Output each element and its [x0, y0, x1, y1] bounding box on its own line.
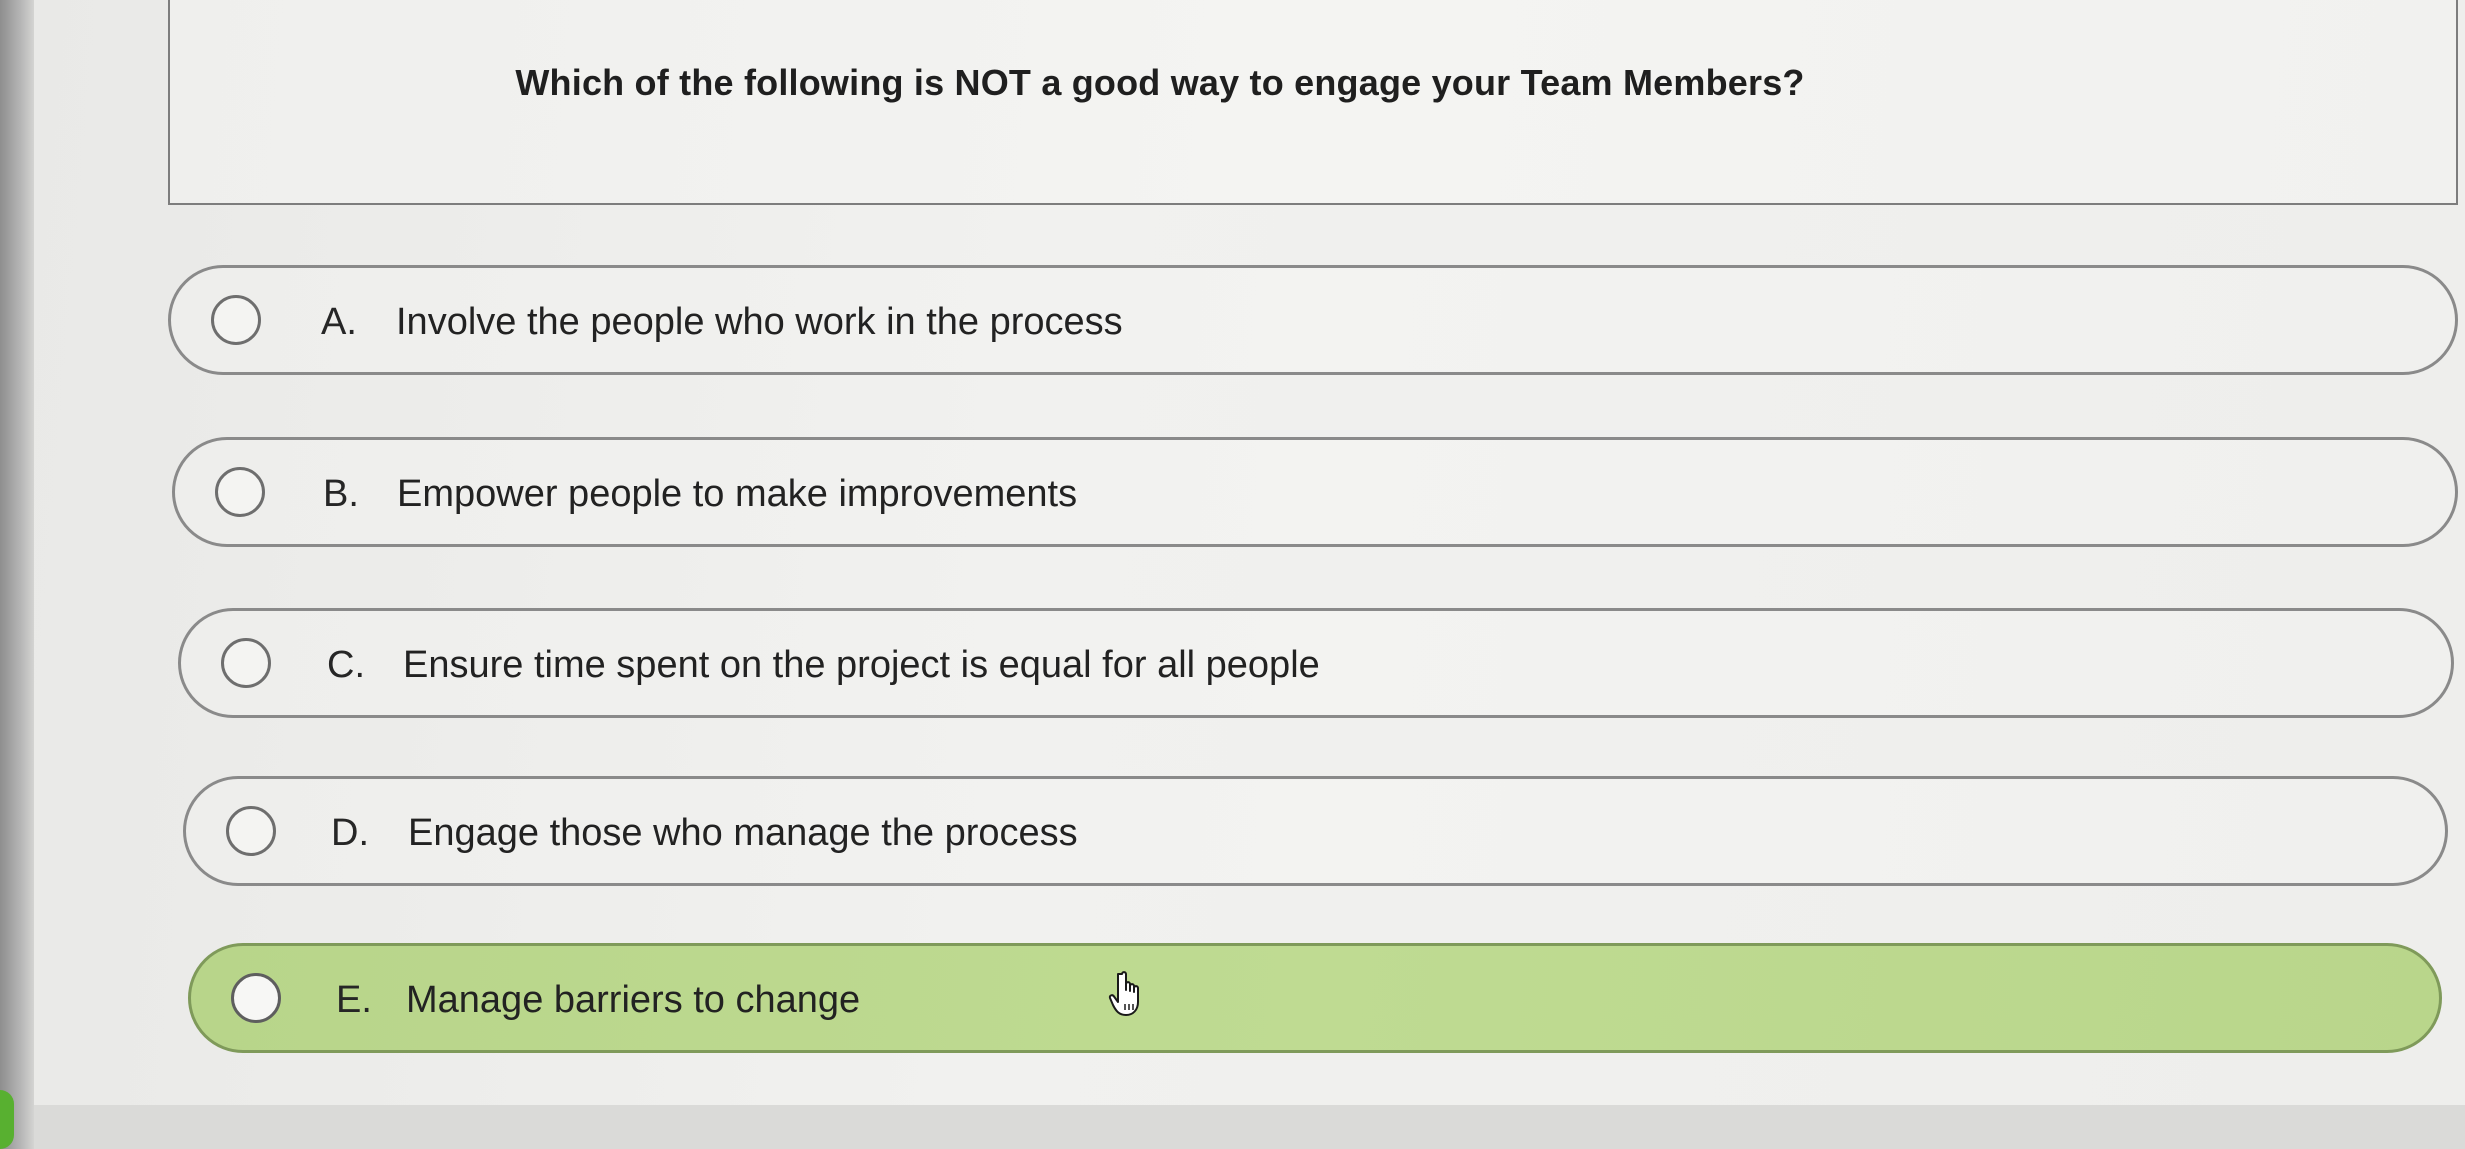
- hand-pointer-icon: [1108, 971, 1139, 1016]
- left-accent-tab: [0, 1090, 14, 1149]
- question-panel: Which of the following is NOT a good way…: [168, 0, 2458, 205]
- option-label: Manage barriers to change: [406, 979, 861, 1021]
- option-label: Ensure time spent on the project is equa…: [403, 644, 1320, 686]
- radio-circle-icon[interactable]: [226, 806, 276, 856]
- bottom-band: [34, 1105, 2465, 1149]
- option-letter: E.: [336, 979, 372, 1021]
- option-label: Empower people to make improvements: [397, 473, 1078, 515]
- screen-bezel-shade: [0, 0, 34, 1149]
- option-label: Involve the people who work in the proce…: [396, 301, 1123, 343]
- option-e[interactable]: E. Manage barriers to change: [188, 943, 2442, 1053]
- option-label: Engage those who manage the process: [408, 812, 1078, 854]
- option-letter: C.: [327, 644, 365, 686]
- question-text: Which of the following is NOT a good way…: [515, 62, 1805, 103]
- option-b[interactable]: B. Empower people to make improvements: [172, 437, 2458, 547]
- radio-circle-icon[interactable]: [211, 295, 261, 345]
- option-letter: A.: [321, 301, 357, 343]
- option-c[interactable]: C. Ensure time spent on the project is e…: [178, 608, 2454, 718]
- radio-circle-icon[interactable]: [221, 638, 271, 688]
- option-d[interactable]: D. Engage those who manage the process: [183, 776, 2448, 886]
- option-letter: D.: [331, 812, 369, 854]
- option-letter: B.: [323, 473, 359, 515]
- radio-circle-icon[interactable]: [215, 467, 265, 517]
- radio-circle-icon[interactable]: [231, 973, 281, 1023]
- option-a[interactable]: A. Involve the people who work in the pr…: [168, 265, 2458, 375]
